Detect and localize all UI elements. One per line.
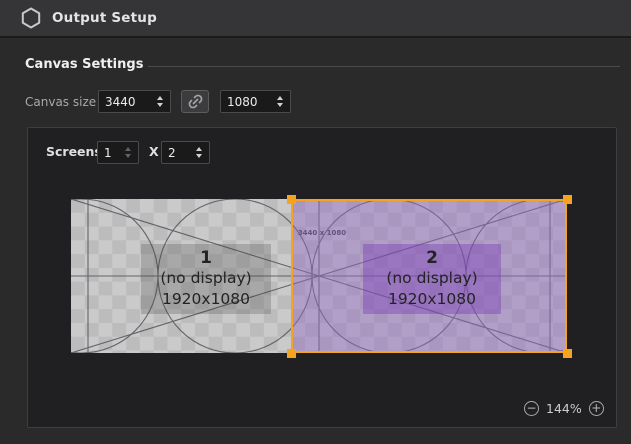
- zoom-level-label: 144%: [546, 401, 582, 416]
- preview-zoom-controls: − 144% +: [524, 401, 604, 416]
- canvas-preview: 3440 x 1080 1 (no display) 1920x1080 2 (…: [71, 194, 572, 358]
- canvas-height-input[interactable]: [221, 94, 273, 109]
- selection-handle-bottom-right[interactable]: [562, 348, 572, 358]
- section-divider: [148, 66, 620, 67]
- step-down-icon[interactable]: [276, 103, 283, 107]
- screens-cols-spinner[interactable]: [97, 141, 139, 164]
- link-icon: [187, 93, 204, 110]
- canvas-width-input[interactable]: [99, 94, 153, 109]
- canvas-height-spinner[interactable]: [220, 90, 291, 113]
- canvas-size-label: Canvas size: [25, 95, 97, 109]
- step-down-icon[interactable]: [195, 154, 202, 158]
- step-up-icon[interactable]: [195, 147, 202, 151]
- selection-handle-top-right[interactable]: [562, 194, 572, 204]
- step-up-icon[interactable]: [124, 147, 131, 151]
- minus-icon: −: [526, 401, 537, 415]
- plus-icon: +: [591, 401, 602, 415]
- hexagon-logo-icon: [21, 7, 41, 29]
- selection-handle-top-left[interactable]: [286, 194, 296, 204]
- step-down-icon[interactable]: [156, 103, 163, 107]
- canvas-width-spinner[interactable]: [98, 90, 171, 113]
- selection-handle-bottom-left[interactable]: [286, 348, 296, 358]
- screens-label: Screens: [46, 144, 102, 159]
- link-dimensions-button[interactable]: [181, 90, 209, 113]
- step-up-icon[interactable]: [276, 96, 283, 100]
- screens-rows-stepper[interactable]: [192, 147, 205, 158]
- step-down-icon[interactable]: [124, 154, 131, 158]
- screen-resolution: 1920x1080: [161, 289, 251, 308]
- canvas-height-stepper[interactable]: [273, 96, 286, 107]
- zoom-out-button[interactable]: −: [524, 401, 539, 416]
- screen-status: (no display): [160, 268, 252, 287]
- grid-separator-label: X: [149, 144, 159, 159]
- screens-rows-input[interactable]: [162, 145, 192, 160]
- zoom-in-button[interactable]: +: [588, 401, 604, 416]
- screen-2-selection-border[interactable]: [291, 199, 567, 353]
- screen-1-region[interactable]: 1 (no display) 1920x1080: [141, 244, 271, 314]
- step-up-icon[interactable]: [156, 96, 163, 100]
- screens-cols-input[interactable]: [98, 145, 121, 160]
- titlebar: Output Setup: [0, 0, 631, 38]
- screens-rows-spinner[interactable]: [161, 141, 210, 164]
- canvas-settings-heading: Canvas Settings: [25, 57, 144, 72]
- screens-cols-stepper[interactable]: [121, 147, 134, 158]
- screen-number: 1: [200, 247, 212, 268]
- canvas-width-stepper[interactable]: [153, 96, 166, 107]
- screens-panel: Screens X: [27, 127, 617, 428]
- window-title: Output Setup: [52, 10, 157, 26]
